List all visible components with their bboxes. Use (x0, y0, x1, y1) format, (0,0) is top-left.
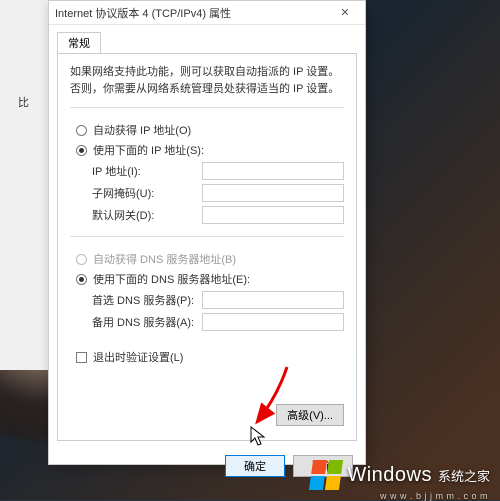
checkbox-validate[interactable]: 退出时验证设置(L) (76, 349, 344, 365)
ok-button[interactable]: 确定 (225, 455, 285, 477)
field-label: 首选 DNS 服务器(P): (92, 292, 202, 308)
tab-general[interactable]: 常规 (57, 32, 101, 54)
background-label: 比 (18, 94, 29, 110)
radio-label: 使用下面的 IP 地址(S): (93, 142, 204, 158)
field-label: 备用 DNS 服务器(A): (92, 314, 202, 330)
close-icon[interactable]: ✕ (331, 6, 359, 19)
field-label: IP 地址(I): (92, 163, 202, 179)
radio-label: 自动获得 IP 地址(O) (93, 122, 191, 138)
windows-logo-icon (309, 460, 343, 490)
watermark: Windows 系统之家 (311, 460, 490, 490)
titlebar: Internet 协议版本 4 (TCP/IPv4) 属性 ✕ (49, 1, 365, 25)
radio-icon (76, 254, 87, 265)
dns-secondary-input[interactable] (202, 313, 344, 331)
background-dialog-sliver: 比 (0, 0, 50, 370)
gateway-input[interactable] (202, 206, 344, 224)
ipv4-properties-dialog: Internet 协议版本 4 (TCP/IPv4) 属性 ✕ 常规 如果网络支… (48, 0, 366, 465)
field-ip-address: IP 地址(I): (92, 162, 344, 180)
checkbox-label: 退出时验证设置(L) (93, 349, 183, 365)
dns-group: 自动获得 DNS 服务器地址(B) 使用下面的 DNS 服务器地址(E): 首选… (70, 236, 344, 331)
field-gateway: 默认网关(D): (92, 206, 344, 224)
ip-address-input[interactable] (202, 162, 344, 180)
field-dns-secondary: 备用 DNS 服务器(A): (92, 313, 344, 331)
field-label: 子网掩码(U): (92, 185, 202, 201)
window-title: Internet 协议版本 4 (TCP/IPv4) 属性 (55, 5, 331, 21)
radio-dns-auto: 自动获得 DNS 服务器地址(B) (76, 251, 344, 267)
field-subnet-mask: 子网掩码(U): (92, 184, 344, 202)
subnet-mask-input[interactable] (202, 184, 344, 202)
field-label: 默认网关(D): (92, 207, 202, 223)
ip-group: 自动获得 IP 地址(O) 使用下面的 IP 地址(S): IP 地址(I): … (70, 107, 344, 224)
advanced-button[interactable]: 高级(V)... (276, 404, 344, 426)
radio-label: 使用下面的 DNS 服务器地址(E): (93, 271, 250, 287)
radio-dns-manual[interactable]: 使用下面的 DNS 服务器地址(E): (76, 271, 344, 287)
settings-panel: 如果网络支持此功能，则可以获取自动指派的 IP 设置。否则，你需要从网络系统管理… (57, 53, 357, 441)
radio-ip-manual[interactable]: 使用下面的 IP 地址(S): (76, 142, 344, 158)
radio-ip-auto[interactable]: 自动获得 IP 地址(O) (76, 122, 344, 138)
dns-primary-input[interactable] (202, 291, 344, 309)
field-dns-primary: 首选 DNS 服务器(P): (92, 291, 344, 309)
watermark-brand: Windows (347, 464, 432, 487)
description-text: 如果网络支持此功能，则可以获取自动指派的 IP 设置。否则，你需要从网络系统管理… (70, 64, 344, 97)
radio-icon (76, 274, 87, 285)
watermark-suffix: 系统之家 (438, 466, 490, 485)
radio-icon (76, 125, 87, 136)
radio-label: 自动获得 DNS 服务器地址(B) (93, 251, 236, 267)
checkbox-icon (76, 352, 87, 363)
radio-icon (76, 145, 87, 156)
